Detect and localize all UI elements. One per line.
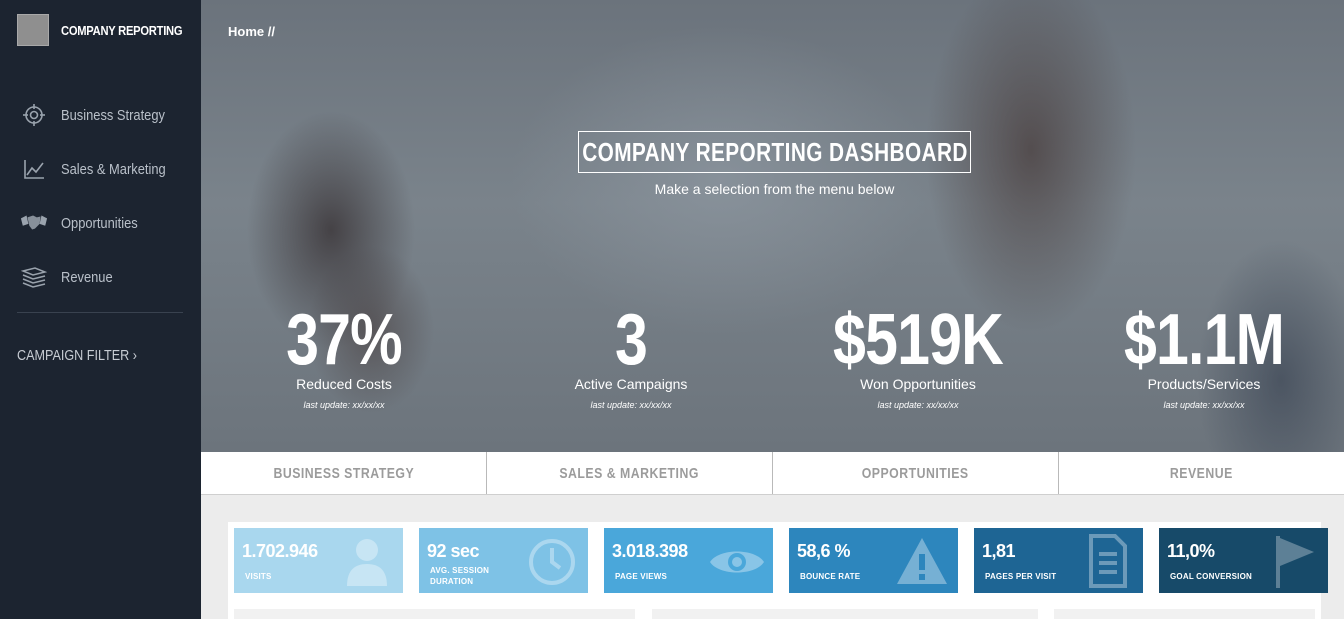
page-title: COMPANY REPORTING DASHBOARD <box>581 136 968 167</box>
tile-value: 11,0% <box>1167 541 1215 561</box>
content-panel <box>1054 609 1315 619</box>
brand[interactable]: COMPANY REPORTING <box>17 14 202 46</box>
page-subtitle: Make a selection from the menu below <box>654 181 895 197</box>
tile-value: 1,81 <box>982 541 1016 561</box>
kpi-last-update: last update: xx/xx/xx <box>303 400 385 410</box>
brand-logo <box>17 14 49 46</box>
eye-icon <box>710 551 764 573</box>
tile-value: 3.018.398 <box>612 541 688 561</box>
sidebar-item-revenue[interactable]: Revenue <box>0 250 201 304</box>
tile-goal-conversion[interactable]: 11,0% GOAL CONVERSION <box>1159 528 1328 593</box>
sidebar-item-opportunities[interactable]: Opportunities <box>0 196 201 250</box>
crosshair-icon <box>20 101 48 129</box>
kpi-products-services: $1.1M Products/Services last update: xx/… <box>1064 300 1344 410</box>
page-title-box: COMPANY REPORTING DASHBOARD <box>578 131 971 173</box>
tile-bounce-rate[interactable]: 58,6 % BOUNCE RATE <box>789 528 958 593</box>
money-stack-icon <box>20 263 48 291</box>
tile-value: 58,6 % <box>797 541 851 561</box>
campaign-filter-toggle[interactable]: CAMPAIGN FILTER › <box>17 347 137 364</box>
tile-avg-session[interactable]: 92 sec AVG. SESSION DURATION <box>419 528 588 593</box>
flag-icon <box>1276 536 1314 588</box>
document-icon <box>1089 534 1127 588</box>
hero-banner: Home // COMPANY REPORTING DASHBOARD Make… <box>201 0 1344 452</box>
sidebar-item-label: Opportunities <box>61 214 138 232</box>
tile-pages-per-visit[interactable]: 1,81 PAGES PER VISIT <box>974 528 1143 593</box>
line-chart-icon <box>20 155 48 183</box>
tab-label: REVENUE <box>1170 464 1233 482</box>
tile-label: PAGES PER VISIT <box>985 572 1057 581</box>
content-panel <box>234 609 635 619</box>
sidebar-item-label: Revenue <box>61 268 113 286</box>
kpi-active-campaigns: 3 Active Campaigns last update: xx/xx/xx <box>491 300 771 410</box>
tile-value: 92 sec <box>427 541 480 561</box>
tab-label: SALES & MARKETING <box>559 464 700 482</box>
kpi-last-update: last update: xx/xx/xx <box>877 400 959 410</box>
tile-label: PAGE VIEWS <box>615 572 668 581</box>
tile-label: BOUNCE RATE <box>800 572 861 581</box>
sidebar-item-sales-marketing[interactable]: Sales & Marketing <box>0 142 201 196</box>
sidebar-item-label: Business Strategy <box>61 106 165 124</box>
tab-revenue[interactable]: REVENUE <box>1059 452 1344 494</box>
tab-label: BUSINESS STRATEGY <box>273 464 414 482</box>
kpi-value: $519K <box>833 300 1004 380</box>
tab-sales-marketing[interactable]: SALES & MARKETING <box>487 452 773 494</box>
tile-label: AVG. SESSION DURATION <box>430 566 490 586</box>
sidebar-nav: Business Strategy Sales & Marketing Oppo… <box>0 88 201 304</box>
warning-icon <box>897 538 947 584</box>
tab-business-strategy[interactable]: BUSINESS STRATEGY <box>201 452 487 494</box>
tile-label: VISITS <box>245 572 272 581</box>
kpi-reduced-costs: 37% Reduced Costs last update: xx/xx/xx <box>204 300 484 410</box>
brand-title: COMPANY REPORTING <box>61 22 183 38</box>
kpi-value: 3 <box>614 300 648 380</box>
tile-label: GOAL CONVERSION <box>1170 572 1252 581</box>
tab-opportunities[interactable]: OPPORTUNITIES <box>773 452 1059 494</box>
clock-icon <box>529 539 575 585</box>
kpi-value: $1.1M <box>1123 300 1285 380</box>
breadcrumb[interactable]: Home // <box>228 24 275 39</box>
tab-label: OPPORTUNITIES <box>862 464 969 482</box>
sidebar-divider <box>17 312 183 313</box>
user-icon <box>347 539 387 586</box>
kpi-last-update: last update: xx/xx/xx <box>590 400 672 410</box>
tile-visits[interactable]: 1.702.946 VISITS <box>234 528 403 593</box>
section-tabs: BUSINESS STRATEGY SALES & MARKETING OPPO… <box>201 452 1344 495</box>
kpi-value: 37% <box>286 300 403 380</box>
kpi-won-opportunities: $519K Won Opportunities last update: xx/… <box>778 300 1058 410</box>
sidebar-item-business-strategy[interactable]: Business Strategy <box>0 88 201 142</box>
handshake-icon <box>20 209 48 237</box>
sidebar-item-label: Sales & Marketing <box>61 160 166 178</box>
sidebar: COMPANY REPORTING Business Strategy Sale… <box>0 0 201 619</box>
kpi-last-update: last update: xx/xx/xx <box>1163 400 1245 410</box>
content-panel <box>652 609 1038 619</box>
tile-value: 1.702.946 <box>242 541 318 561</box>
metrics-panel: 1.702.946 VISITS 92 sec AVG. SESSION DURA… <box>228 522 1328 619</box>
tile-page-views[interactable]: 3.018.398 PAGE VIEWS <box>604 528 773 593</box>
